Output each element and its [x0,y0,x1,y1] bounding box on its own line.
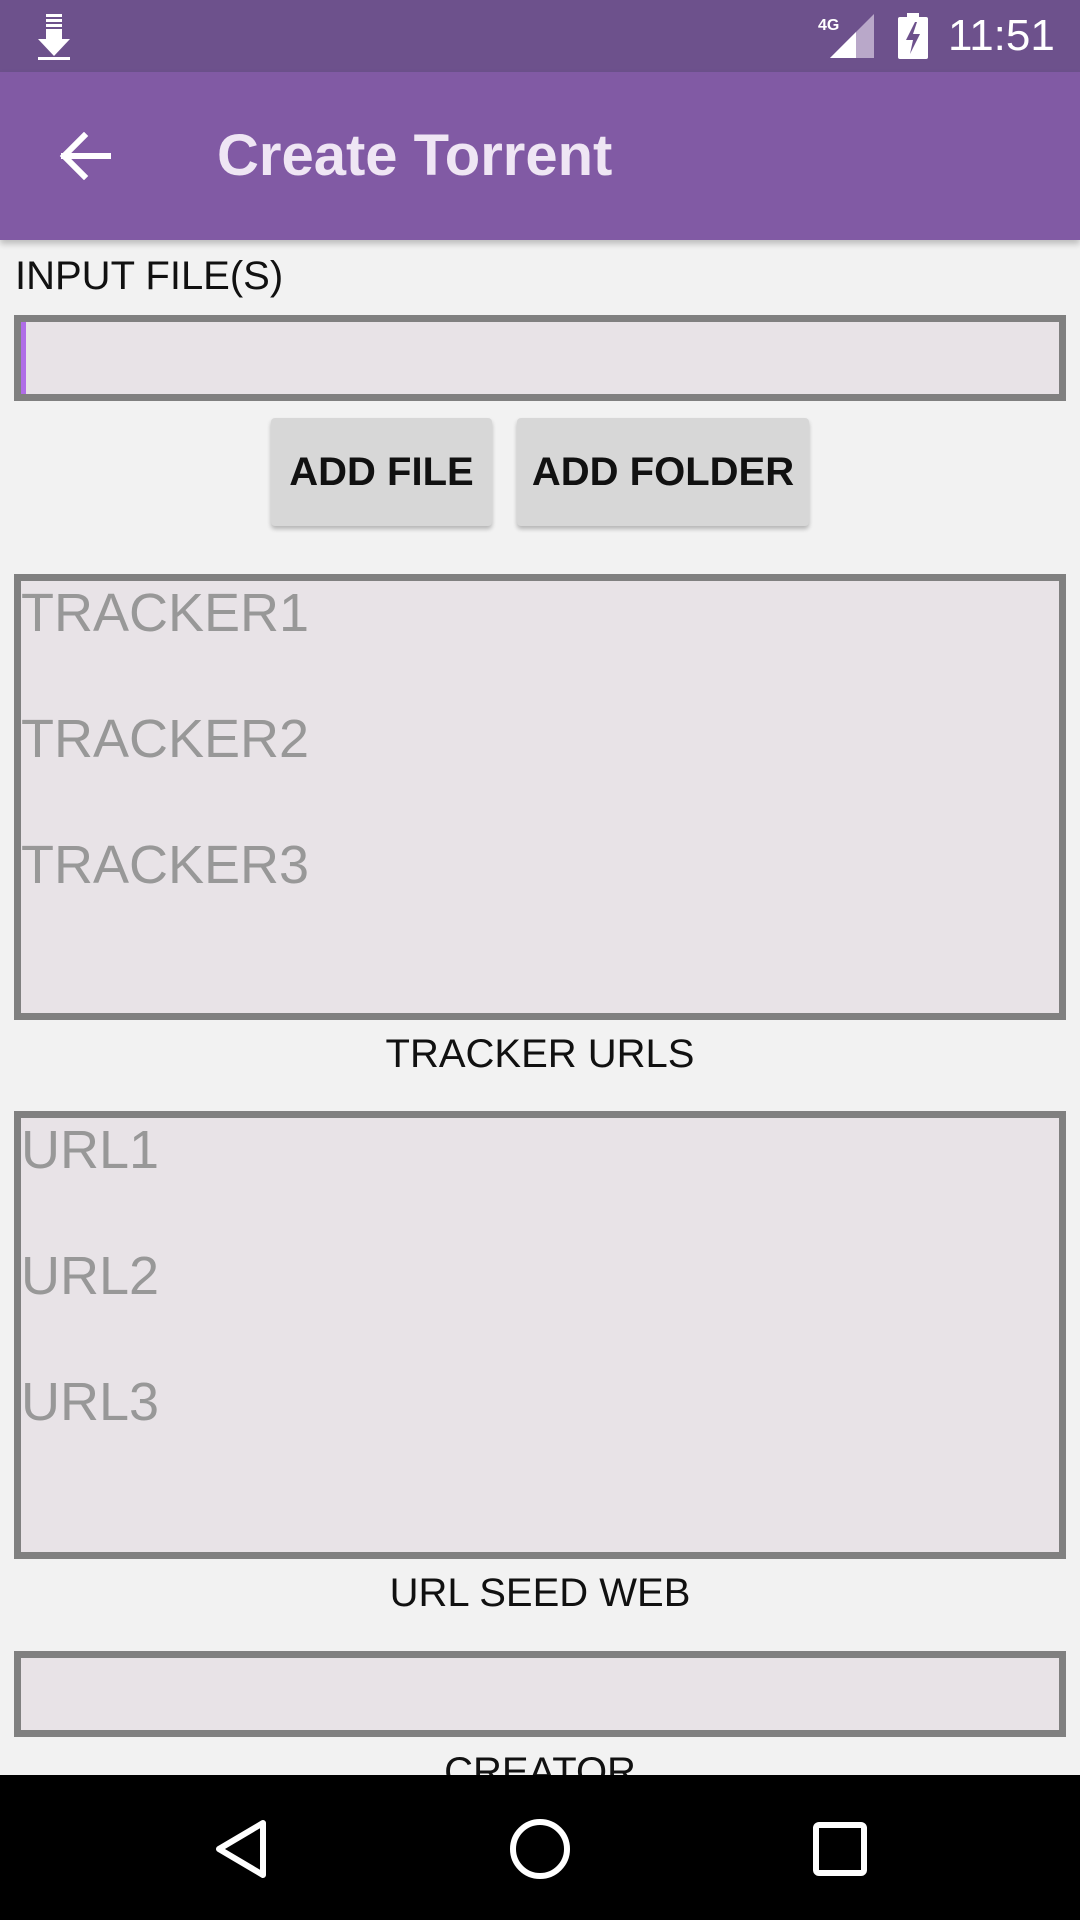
text-cursor [21,322,26,394]
signal-icon: 4G [818,14,874,58]
nav-back-icon [216,1820,266,1878]
creator-label: CREATOR [444,1750,636,1775]
url-seed-web-field[interactable]: URL1 URL2 URL3 [14,1111,1066,1559]
nav-recents-button[interactable] [804,1813,876,1885]
creator-field[interactable] [14,1651,1066,1737]
status-bar: 4G 11:51 [0,0,1080,72]
nav-home-icon [510,1819,570,1879]
nav-home-button[interactable] [504,1813,576,1885]
tracker-placeholder-2: TRACKER2 [21,709,310,769]
create-torrent-form: INPUT FILE(S) ADD FILE ADD FOLDER TRACKE… [0,240,1080,1775]
nav-recents-icon [813,1822,867,1876]
download-icon [38,14,70,60]
nav-back-button[interactable] [205,1813,277,1885]
tracker-placeholder-1: TRACKER1 [21,583,310,643]
url-seed-placeholder-2: URL2 [21,1246,160,1306]
arrow-back-icon [59,132,111,180]
url-seed-placeholder-3: URL3 [21,1372,160,1432]
url-seed-placeholder-1: URL1 [21,1120,160,1180]
tracker-urls-label: TRACKER URLS [385,1032,695,1076]
add-file-button[interactable]: ADD FILE [271,418,492,526]
input-files-label: INPUT FILE(S) [15,254,284,298]
tracker-placeholder-3: TRACKER3 [21,835,310,895]
battery-charging-icon [898,13,928,59]
network-type-label: 4G [818,17,839,34]
navigation-bar [0,1775,1080,1920]
tracker-urls-field[interactable]: TRACKER1 TRACKER2 TRACKER3 [14,574,1066,1020]
status-clock: 11:51 [948,11,1055,60]
input-files-field[interactable] [14,315,1066,401]
page-title: Create Torrent [217,123,613,188]
url-seed-web-label: URL SEED WEB [389,1571,691,1615]
add-folder-button[interactable]: ADD FOLDER [517,418,809,526]
app-bar: Create Torrent [0,72,1080,240]
back-button[interactable] [40,116,130,196]
